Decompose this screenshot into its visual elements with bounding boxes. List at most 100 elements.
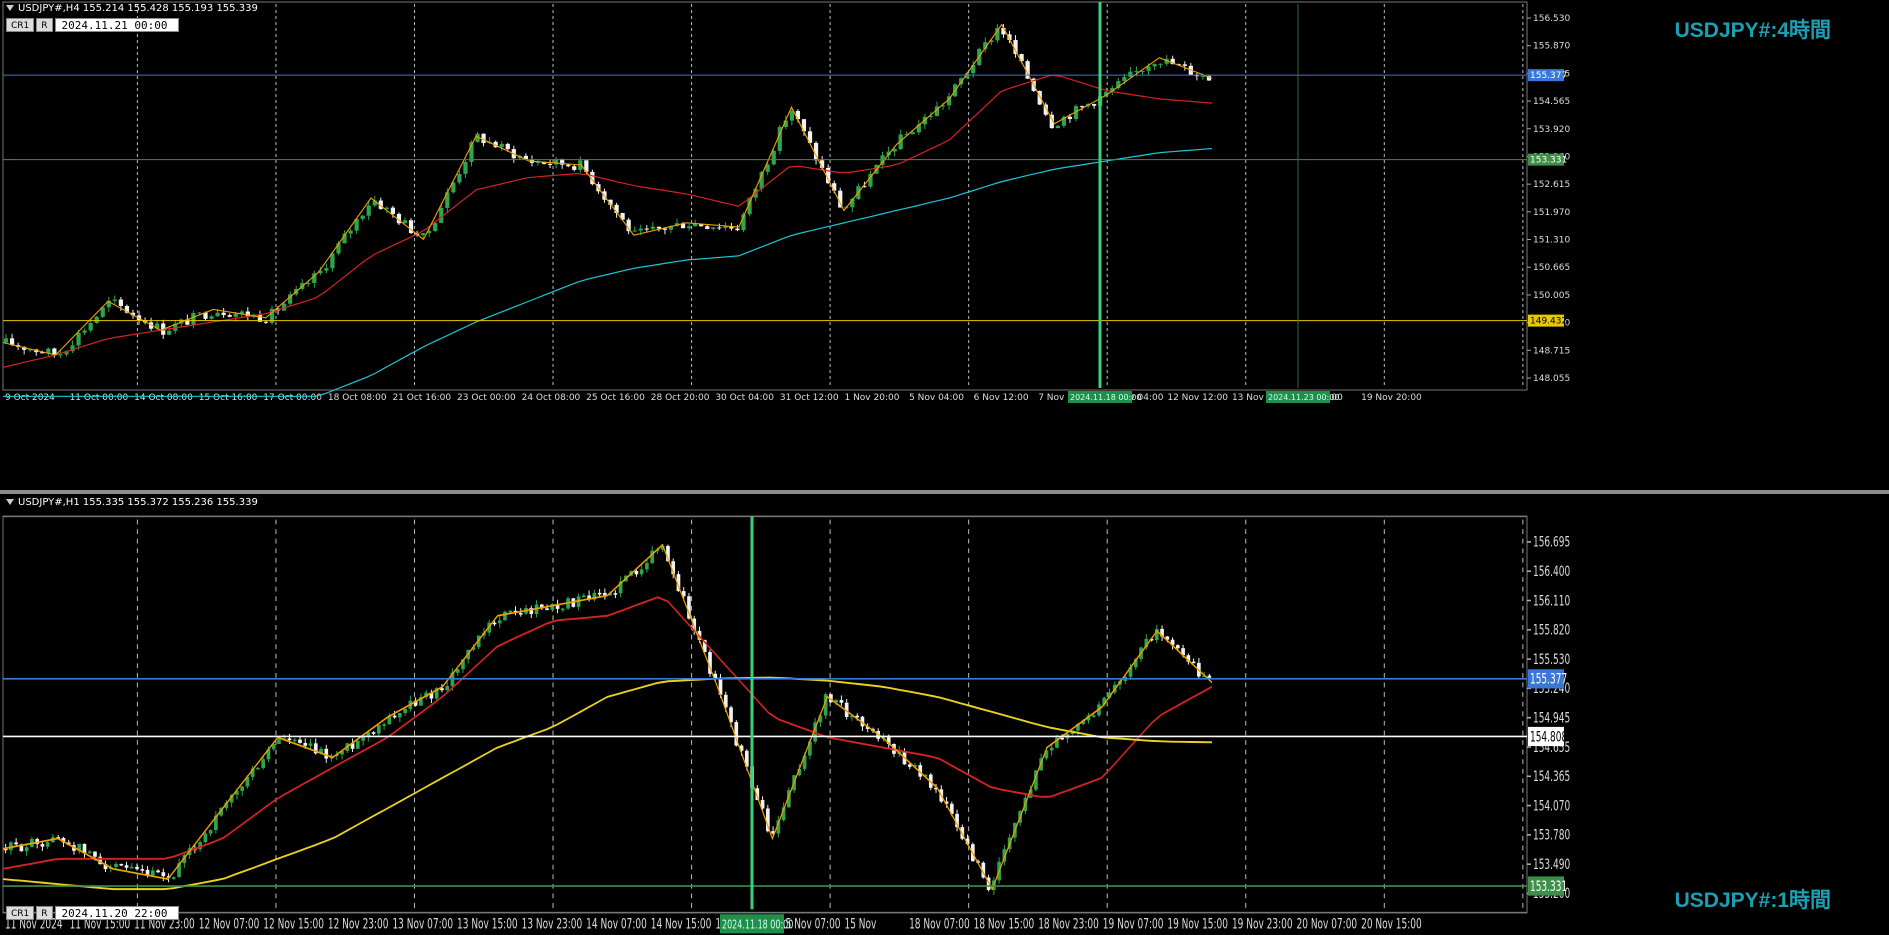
h4-time-label: 12 Nov 12:00 — [1167, 393, 1228, 403]
candle-body — [93, 851, 97, 857]
candle-body — [392, 715, 397, 718]
h4-time-label: 15 Oct 16:00 — [199, 393, 258, 403]
h4-chart-panel[interactable]: 156.530155.870155.225154.565153.920153.2… — [0, 0, 1889, 490]
candle-body — [287, 738, 292, 741]
candle-body — [167, 330, 172, 335]
h4-time-label: 28 Oct 20:00 — [651, 393, 710, 403]
h4-time-label: 31 Oct 12:00 — [780, 393, 839, 403]
r-button[interactable]: R — [36, 906, 53, 920]
candle-body — [203, 833, 208, 843]
h1-chart-canvas[interactable]: 156.695156.400156.110155.820155.530155.2… — [0, 494, 1889, 935]
candle-body — [308, 743, 313, 746]
h1-time-label: 18 Nov 23:00 — [1038, 915, 1099, 932]
candle-body — [360, 215, 365, 219]
h1-time-label: 13 Nov 15:00 — [457, 915, 518, 932]
candle-body — [303, 742, 308, 746]
candle-body — [1122, 77, 1127, 82]
h1-datetime-field[interactable]: 2024.11.20 22:00 — [54, 906, 179, 920]
candle-body — [221, 312, 226, 316]
price-tag-label-green: 153.331 — [1530, 156, 1567, 166]
h1-price-label: 153.780 — [1533, 826, 1570, 843]
candle-body — [94, 316, 99, 324]
h4-price-label: 151.310 — [1533, 236, 1570, 246]
cr1-button[interactable]: CR1 — [6, 906, 35, 920]
future-time-label: 2024.11.23 00:00 — [1268, 393, 1339, 402]
candle-body — [135, 866, 139, 870]
h1-time-label: 12 Nov 23:00 — [328, 915, 389, 932]
candle-body — [209, 316, 214, 319]
candle-body — [492, 622, 497, 625]
h1-time-label: 12 Nov 15:00 — [263, 915, 324, 932]
h4-price-label: 148.715 — [1533, 346, 1570, 356]
vline-time-label: 2024.11.18 00:00 — [722, 917, 794, 933]
candle-body — [634, 571, 639, 575]
candle-body — [3, 338, 9, 343]
candle-body — [717, 227, 722, 229]
candle-body — [613, 593, 618, 595]
h1-price-label: 156.695 — [1533, 534, 1570, 551]
candle-body — [638, 228, 643, 231]
candle-body — [789, 110, 794, 121]
h1-time-label: 20 Nov 15:00 — [1361, 915, 1422, 932]
candle-body — [508, 610, 513, 613]
candle-body — [382, 724, 386, 726]
candle-body — [171, 877, 176, 879]
h4-symbol-ohlc: USDJPY#,H4 155.214 155.428 155.193 155.3… — [18, 3, 258, 14]
candle-body — [112, 299, 117, 301]
candle-body — [256, 767, 260, 770]
h1-time-label: 19 Nov 07:00 — [1103, 915, 1164, 932]
candle-body — [240, 786, 245, 791]
h4-time-label: 6 Nov 12:00 — [974, 393, 1029, 403]
h1-price-label: 155.820 — [1533, 621, 1570, 638]
h4-chart-canvas[interactable]: 156.530155.870155.225154.565153.920153.2… — [0, 0, 1889, 490]
h1-timeframe-label: USDJPY#:1時間 — [1674, 889, 1831, 912]
candle-body — [263, 321, 269, 323]
candle-body — [644, 228, 649, 230]
collapse-triangle-icon[interactable] — [6, 499, 14, 505]
r-button[interactable]: R — [36, 18, 53, 32]
h1-time-label: 20 Nov 07:00 — [1297, 915, 1358, 932]
h4-datetime-field[interactable]: 2024.11.21 00:00 — [54, 18, 179, 32]
candle-body — [76, 332, 81, 346]
collapse-triangle-icon[interactable] — [6, 5, 14, 11]
h4-time-label: 11 Oct 00:00 — [70, 393, 129, 403]
h4-chart-header: USDJPY#,H4 155.214 155.428 155.193 155.3… — [6, 3, 258, 14]
h4-time-label: 9 Oct 2024 — [5, 393, 55, 403]
h1-price-label: 154.945 — [1533, 709, 1570, 726]
zigzag-line — [2, 543, 1213, 891]
h4-time-label: 23 Oct 00:00 — [457, 393, 516, 403]
candle-body — [1191, 661, 1196, 664]
h1-time-label: 18 Nov 07:00 — [909, 915, 970, 932]
candle-body — [306, 283, 311, 285]
candle-body — [58, 354, 63, 356]
candle-body — [499, 143, 504, 148]
candle-body — [572, 166, 577, 170]
candle-body — [1158, 63, 1163, 65]
h1-time-label: 12 Nov 07:00 — [199, 915, 260, 932]
h4-time-label: 14 Oct 08:00 — [134, 393, 193, 403]
candle-body — [45, 842, 50, 847]
candle-body — [1067, 116, 1073, 120]
candle-body — [839, 700, 844, 703]
candle-body — [292, 739, 297, 742]
candle-body — [1200, 75, 1206, 77]
candle-body — [390, 207, 396, 214]
h4-price-label: 152.615 — [1533, 180, 1570, 190]
candle-body — [348, 230, 353, 234]
h1-price-label: 154.365 — [1533, 768, 1570, 785]
candle-body — [129, 866, 134, 869]
candle-body — [277, 739, 281, 744]
h1-chart-panel[interactable]: 156.695156.400156.110155.820155.530155.2… — [0, 494, 1889, 935]
candle-body — [832, 183, 837, 191]
candle-body — [445, 685, 450, 691]
candle-body — [40, 844, 45, 847]
candle-body — [161, 872, 166, 877]
h4-time-label: 30 Oct 04:00 — [715, 393, 774, 403]
cr1-button[interactable]: CR1 — [6, 18, 35, 32]
candle-body — [505, 143, 510, 150]
candle-body — [324, 268, 329, 271]
candle-body — [547, 163, 553, 165]
h1-controls: CR1 R 2024.11.20 22:00 — [6, 906, 179, 920]
candle-body — [119, 863, 124, 866]
candle-body — [402, 220, 408, 224]
